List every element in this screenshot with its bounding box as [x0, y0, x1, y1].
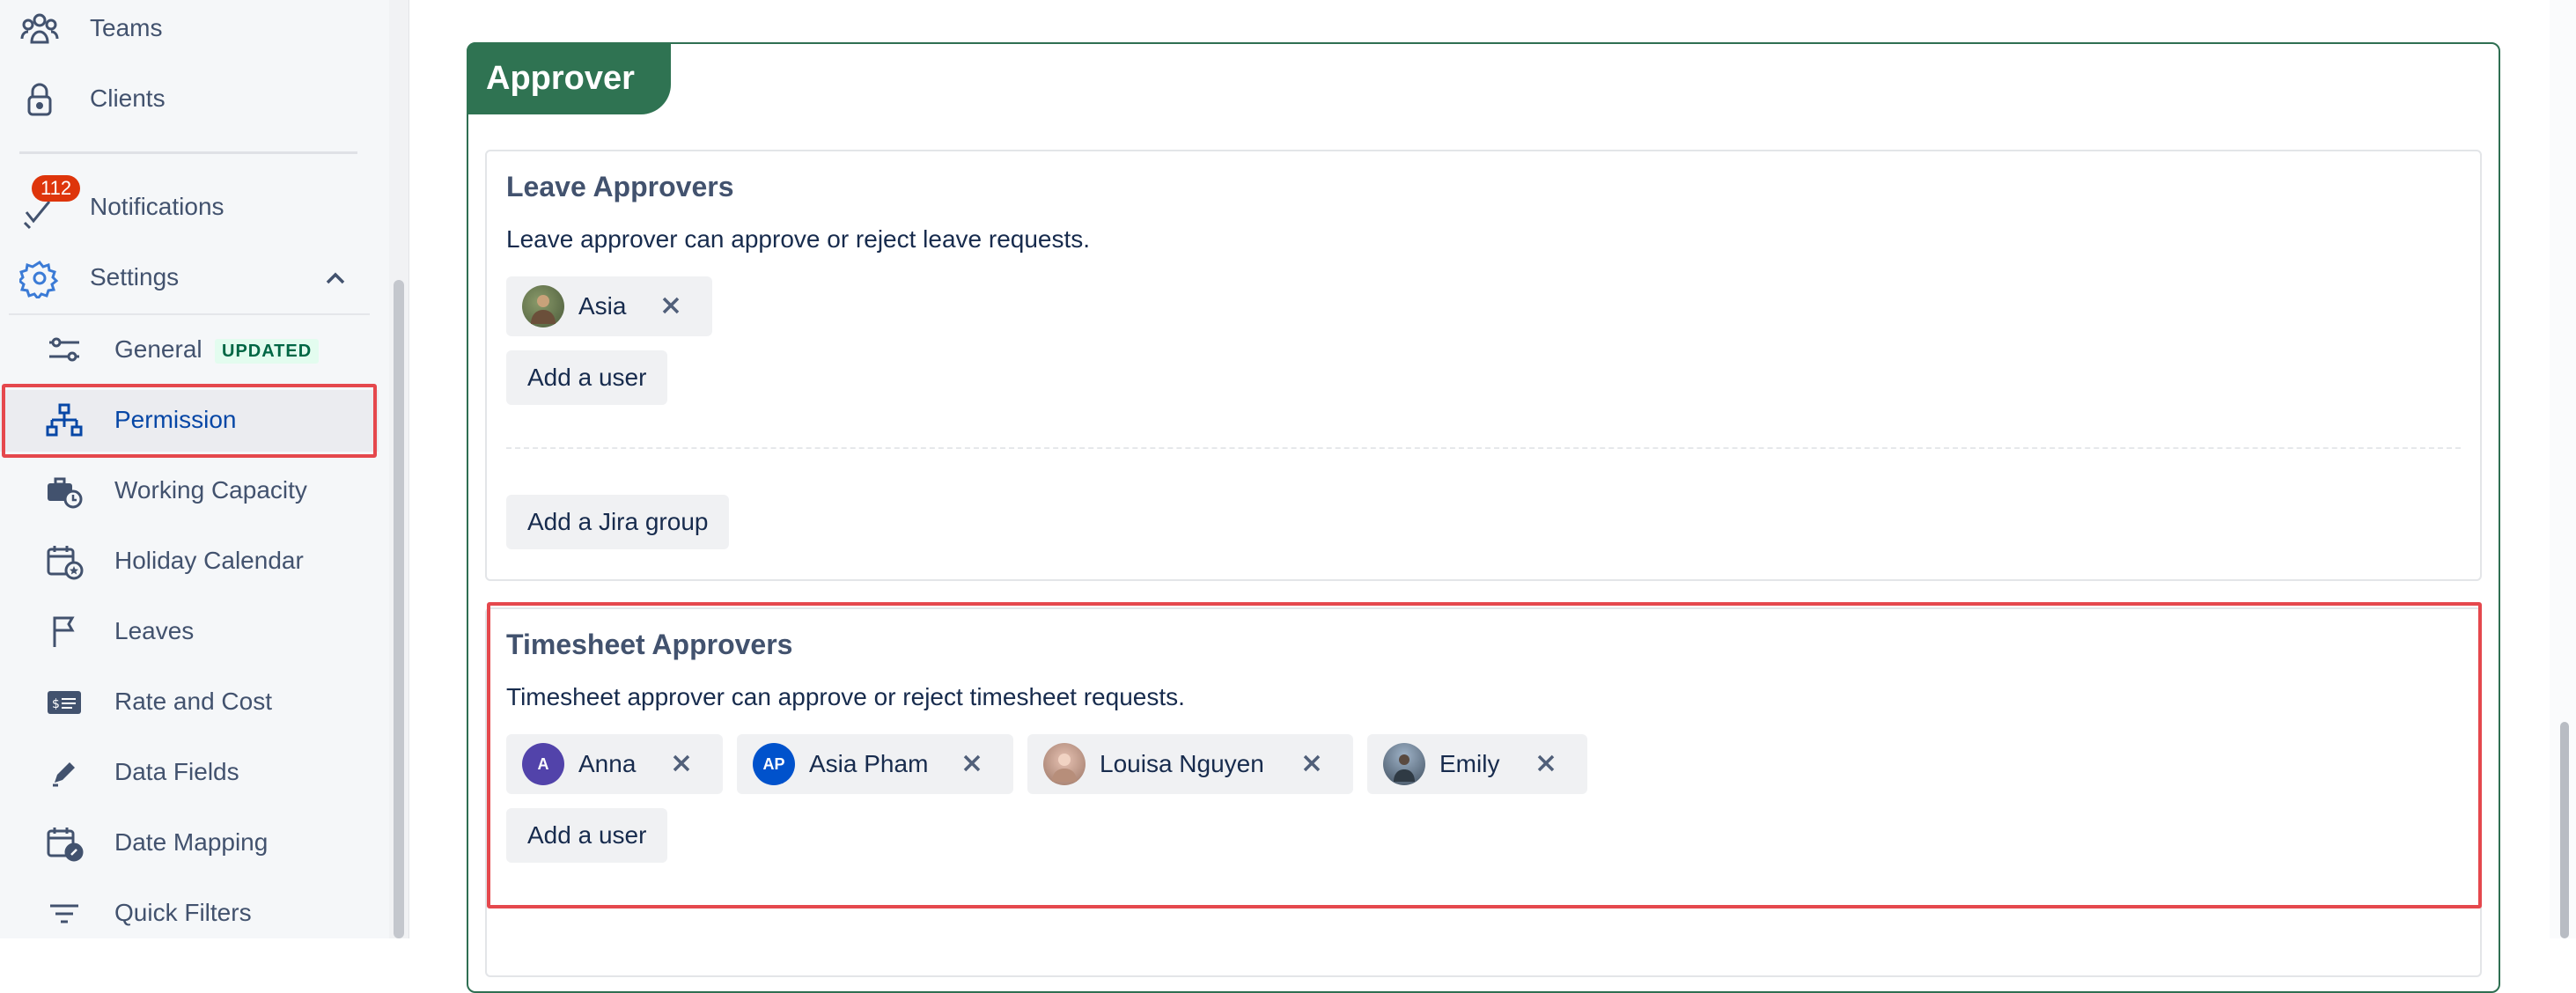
sidebar-item-label: Holiday Calendar: [114, 547, 304, 574]
sidebar-item-quick-filters[interactable]: Quick Filters: [0, 883, 379, 938]
teams-icon: [19, 9, 60, 49]
approver-tab: Approver: [467, 42, 671, 114]
pencil-icon: [44, 753, 85, 793]
svg-text:$: $: [52, 697, 60, 711]
settings-separator: [9, 313, 370, 315]
sidebar-item-general[interactable]: General: [0, 320, 379, 381]
add-jira-group-button[interactable]: Add a Jira group: [506, 495, 730, 549]
sidebar-item-label: Data Fields: [114, 758, 239, 785]
section-title: Leave Approvers: [506, 171, 734, 202]
avatar: [522, 285, 564, 327]
sidebar-item-label: General: [114, 335, 202, 363]
notification-count-badge: 112: [32, 175, 81, 202]
sidebar-item-rate-and-cost[interactable]: $ Rate and Cost: [0, 672, 379, 733]
sidebar-item-date-mapping[interactable]: Date Mapping: [0, 813, 379, 874]
sidebar-item-teams[interactable]: Teams: [0, 0, 379, 60]
section-description: Leave approver can approve or reject lea…: [506, 225, 1091, 253]
sidebar-item-leaves[interactable]: Leaves: [0, 601, 379, 663]
sidebar-item-label: Quick Filters: [114, 899, 252, 926]
sidebar-item-label: Teams: [90, 14, 163, 41]
sidebar-item-working-capacity[interactable]: Working Capacity: [0, 460, 379, 522]
sidebar-item-label: Date Mapping: [114, 828, 269, 856]
flag-icon: [44, 612, 85, 652]
user-name: Asia: [578, 292, 627, 320]
sidebar-item-label: Settings: [90, 263, 180, 291]
sidebar-item-holiday-calendar[interactable]: Holiday Calendar: [0, 531, 379, 592]
sliders-icon: [44, 330, 85, 371]
sidebar-item-label: Working Capacity: [114, 476, 307, 504]
updated-badge: UPDATED: [215, 339, 320, 364]
gear-icon: [19, 258, 60, 298]
sidebar-divider: [19, 151, 357, 154]
sidebar: Teams Clients Notifications 112 Settings: [0, 0, 389, 938]
sidebar-item-label: Notifications: [90, 193, 224, 220]
calendar-link-icon: [44, 823, 85, 864]
sidebar-item-clients[interactable]: Clients: [0, 69, 379, 130]
sidebar-scrollbar-thumb[interactable]: [394, 280, 404, 938]
sidebar-item-label: Rate and Cost: [114, 688, 272, 715]
user-chip: Asia: [506, 276, 712, 336]
timesheet-highlight: [487, 602, 2482, 908]
sidebar-item-data-fields[interactable]: Data Fields: [0, 742, 379, 804]
sidebar-item-label: Leaves: [114, 617, 195, 644]
add-user-button[interactable]: Add a user: [506, 350, 668, 405]
permission-highlight: [2, 384, 377, 458]
money-card-icon: $: [44, 682, 85, 723]
sidebar-item-label: Clients: [90, 85, 166, 112]
remove-user-icon[interactable]: [654, 289, 688, 322]
sidebar-item-settings[interactable]: Settings: [0, 247, 379, 309]
main-scrollbar-thumb[interactable]: [2560, 722, 2569, 938]
calendar-star-icon: [44, 541, 85, 582]
chevron-up-icon[interactable]: [322, 265, 349, 296]
section-divider: [506, 447, 2461, 449]
filter-icon: [44, 894, 85, 934]
briefcase-clock-icon: [44, 471, 85, 511]
lock-icon: [19, 79, 60, 120]
leave-approvers-section: Leave Approvers Leave approver can appro…: [485, 150, 2482, 581]
